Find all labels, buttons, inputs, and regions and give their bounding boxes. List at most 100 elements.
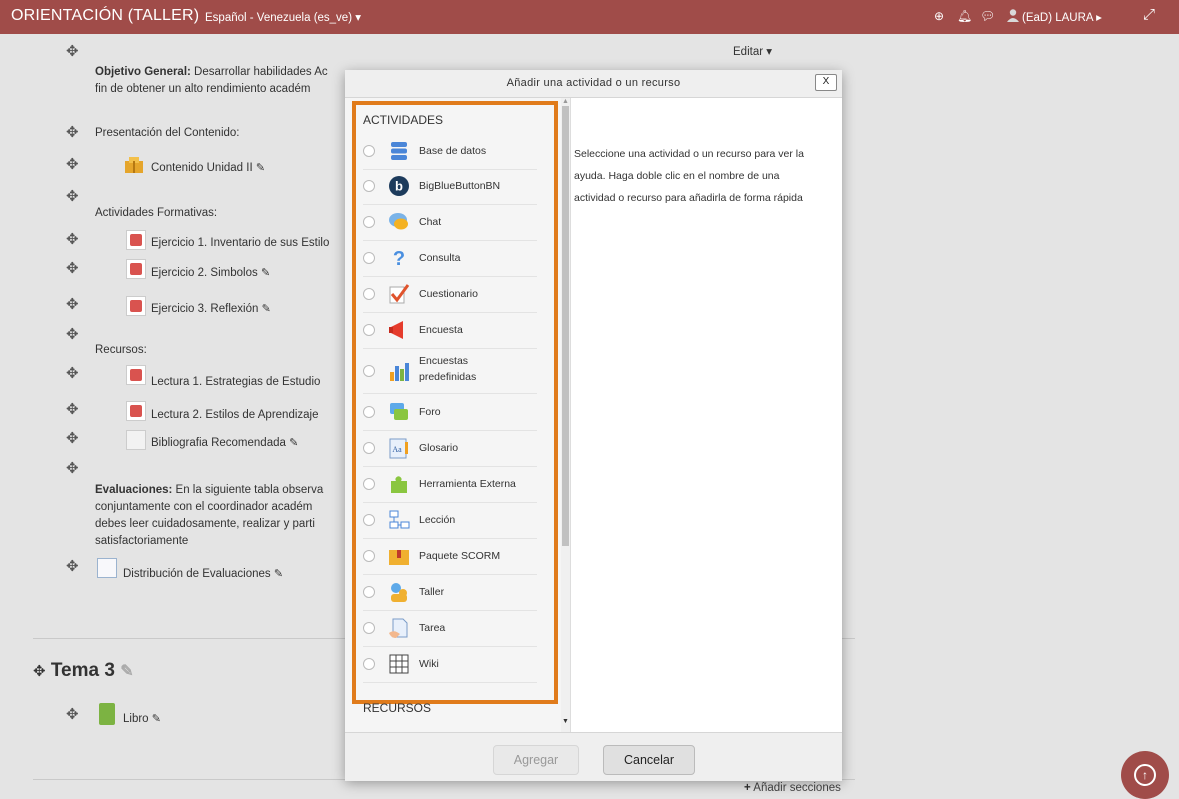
move-icon[interactable]: ✥ (66, 557, 79, 575)
move-icon[interactable]: ✥ (66, 400, 79, 418)
resource-link[interactable]: Lectura 2. Estilos de Aprendizaje (151, 407, 319, 424)
move-icon[interactable]: ✥ (66, 705, 79, 723)
expand-icon[interactable]: ⤢ (1143, 6, 1155, 23)
activity-option[interactable]: Base de datos (363, 134, 537, 170)
move-icon[interactable]: ✥ (66, 42, 79, 60)
close-button[interactable]: X (815, 74, 837, 91)
move-icon[interactable]: ✥ (66, 187, 79, 205)
move-icon[interactable]: ✥ (66, 123, 79, 141)
activity-link[interactable]: Ejercicio 1. Inventario de sus Estilo (151, 235, 329, 252)
chat-icon[interactable]: 💬︎ (980, 9, 995, 23)
pdf-icon (126, 230, 146, 250)
move-icon[interactable]: ✥ (66, 459, 79, 477)
cancel-button[interactable]: Cancelar (603, 745, 695, 775)
activity-label: Chat (419, 216, 442, 228)
activities-heading: ACTIVIDADES (363, 113, 444, 127)
activity-option[interactable]: ? Consulta (363, 241, 537, 277)
bell-icon[interactable]: 🔔︎ (957, 9, 972, 23)
edit-pencil-icon: ✎ (120, 663, 134, 680)
edit-menu[interactable]: Editar ▾ (733, 44, 772, 58)
pdf-icon (126, 401, 146, 421)
move-icon[interactable]: ✥ (66, 295, 79, 313)
quiz-check-icon (388, 283, 410, 305)
move-icon[interactable]: ✥ (66, 259, 79, 277)
list-scrollbar[interactable]: ▲ ▼ (561, 98, 570, 732)
activity-label: Glosario (419, 442, 459, 454)
move-icon[interactable]: ✥ (66, 325, 79, 343)
resource-link[interactable]: Bibliografia Recomendada ✎ (151, 435, 298, 452)
puzzle-icon (388, 473, 410, 495)
bigbluebutton-icon: b (388, 175, 410, 197)
radio-button[interactable] (363, 252, 375, 264)
radio-button[interactable] (363, 442, 375, 454)
evaluations-line2: conjuntamente con el coordinador académ (95, 501, 313, 513)
modal-body: ACTIVIDADES Base de datos b BigBlueButtonB… (345, 98, 842, 732)
add-activity-modal: Añadir una actividad o un recurso X ACTI… (345, 70, 842, 781)
bar-chart-icon (388, 360, 410, 382)
database-icon (388, 140, 410, 162)
radio-button[interactable] (363, 586, 375, 598)
radio-button[interactable] (363, 365, 375, 377)
add-sections-link[interactable]: + Añadir secciones (744, 782, 841, 794)
scorm-package-icon (388, 545, 410, 567)
move-icon[interactable]: ✥ (66, 429, 79, 447)
activity-option[interactable]: Cuestionario (363, 277, 537, 313)
edit-pencil-icon: ✎ (261, 303, 271, 315)
activity-option[interactable]: Wiki (363, 647, 537, 683)
radio-button[interactable] (363, 550, 375, 562)
book-icon (99, 703, 115, 725)
radio-button[interactable] (363, 288, 375, 300)
svg-text:?: ? (393, 248, 405, 269)
radio-button[interactable] (363, 180, 375, 192)
activity-label: Encuestas (419, 355, 469, 367)
course-title[interactable]: ORIENTACIÓN (TALLER) (11, 7, 199, 25)
radio-button[interactable] (363, 478, 375, 490)
activity-link[interactable]: Ejercicio 3. Reflexión ✎ (151, 301, 271, 318)
activity-option[interactable]: Encuestas predefinidas (363, 349, 537, 394)
activity-option[interactable]: Chat (363, 205, 537, 241)
resource-link[interactable]: Lectura 1. Estrategias de Estudio (151, 374, 320, 391)
radio-button[interactable] (363, 145, 375, 157)
radio-button[interactable] (363, 406, 375, 418)
arrow-up-icon: ↑ (1134, 764, 1156, 786)
radio-button[interactable] (363, 324, 375, 336)
user-icon (1006, 8, 1020, 25)
radio-button[interactable] (363, 658, 375, 670)
plus-circle-icon[interactable]: ⊕ (934, 9, 944, 23)
edit-pencil-icon: ✎ (151, 713, 161, 725)
activity-link[interactable]: Ejercicio 2. Simbolos ✎ (151, 265, 270, 282)
evaluations-line1: Evaluaciones: En la siguiente tabla obse… (95, 484, 324, 496)
scroll-top-button[interactable]: ↑ (1121, 751, 1169, 799)
activity-option[interactable]: Herramienta Externa (363, 467, 537, 503)
activity-chooser-list[interactable]: ACTIVIDADES Base de datos b BigBlueButtonB… (345, 98, 571, 732)
move-icon[interactable]: ✥ (66, 155, 79, 173)
activity-option[interactable]: Lección (363, 503, 537, 539)
activity-link[interactable]: Libro ✎ (123, 711, 161, 728)
language-menu[interactable]: Español - Venezuela (es_ve) ▾ (205, 10, 361, 24)
radio-button[interactable] (363, 622, 375, 634)
evaluations-line4: satisfactoriamente (95, 535, 189, 547)
activity-option[interactable]: b BigBlueButtonBN (363, 169, 537, 205)
activity-option[interactable]: Aa Glosario (363, 431, 537, 467)
file-icon (126, 430, 146, 450)
presentation-label: Presentación del Contenido: (95, 127, 240, 139)
activity-option[interactable]: Paquete SCORM (363, 539, 537, 575)
edit-pencil-icon: ✎ (273, 568, 284, 580)
activity-option[interactable]: Encuesta (363, 313, 537, 349)
scrollbar-thumb (562, 106, 569, 546)
activity-option[interactable]: Taller (363, 575, 537, 611)
move-icon[interactable]: ✥ (66, 364, 79, 382)
user-menu[interactable]: (EaD) LAURA ▸ (1022, 10, 1102, 24)
activity-label: Tarea (419, 622, 446, 634)
radio-button[interactable] (363, 216, 375, 228)
activity-link[interactable]: Contenido Unidad II ✎ (151, 160, 265, 177)
resource-link[interactable]: Distribución de Evaluaciones ✎ (123, 566, 283, 583)
activity-label: Cuestionario (419, 288, 478, 300)
scroll-down-arrow: ▼ (562, 718, 569, 725)
move-icon[interactable]: ✥ (66, 230, 79, 248)
radio-button[interactable] (363, 514, 375, 526)
activity-option[interactable]: Foro (363, 395, 537, 431)
activity-label: BigBlueButtonBN (419, 180, 501, 192)
add-button[interactable]: Agregar (493, 745, 579, 775)
activity-option[interactable]: Tarea (363, 611, 537, 647)
